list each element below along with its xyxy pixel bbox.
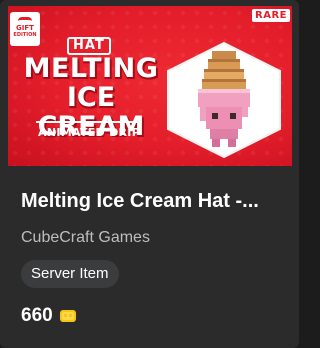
thumbnail-subtitle-text: ANIMATED DRIP bbox=[38, 126, 141, 139]
subtitle-rule bbox=[36, 121, 143, 123]
minecoin-icon bbox=[59, 310, 76, 322]
item-creator[interactable]: CubeCraft Games bbox=[21, 229, 150, 247]
thumbnail-title-line1: MELTING bbox=[23, 53, 159, 84]
gift-badge-line1: GIFT bbox=[16, 24, 34, 32]
item-price: 660 bbox=[21, 305, 77, 327]
gift-edition-badge: GIFT EDITION bbox=[10, 12, 40, 46]
ice-cream-hat-render bbox=[167, 41, 281, 159]
item-card[interactable]: GIFT EDITION RARE HAT MELTING ICE CREAM … bbox=[0, 0, 299, 348]
price-value: 660 bbox=[21, 305, 53, 326]
rarity-badge: RARE bbox=[252, 9, 290, 22]
item-thumbnail[interactable]: GIFT EDITION RARE HAT MELTING ICE CREAM … bbox=[8, 6, 292, 166]
item-name[interactable]: Melting Ice Cream Hat -... bbox=[21, 190, 281, 213]
server-item-tag: Server Item bbox=[21, 260, 119, 288]
gift-badge-line2: EDITION bbox=[13, 32, 37, 38]
gift-icon bbox=[18, 17, 32, 24]
thumbnail-subtitle: ANIMATED DRIP bbox=[36, 121, 143, 139]
